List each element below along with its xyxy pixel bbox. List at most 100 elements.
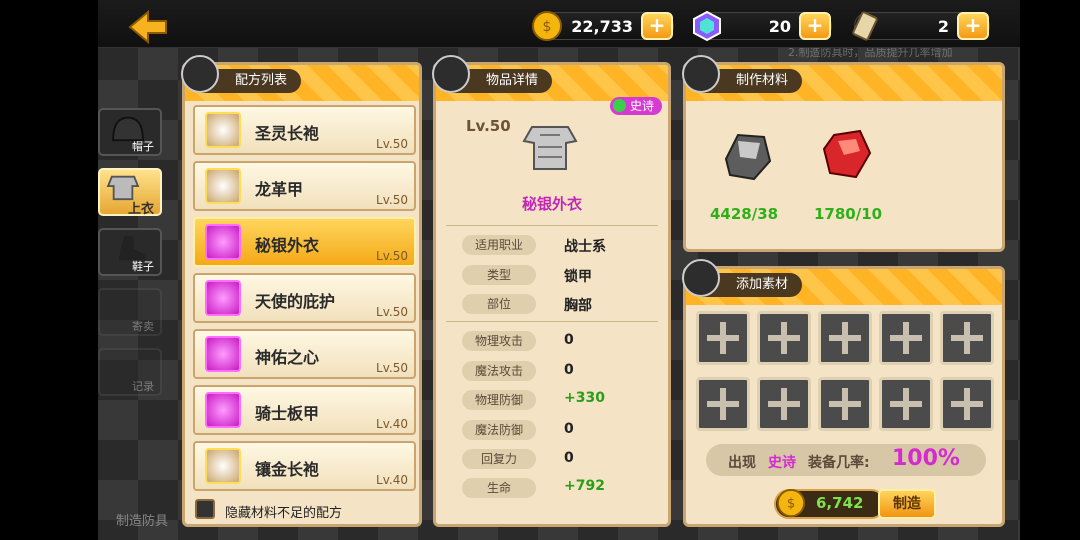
recipe-name: 神佑之心 [255,348,320,367]
detail-panel-title-text: 物品详情 [486,73,539,88]
holy-heart-icon [205,336,241,372]
back-arrow-icon[interactable] [128,10,168,44]
job-value: 战士系 [564,239,606,255]
add-ticket-button[interactable]: + [957,12,989,40]
recipe-item[interactable]: 天使的庇护 Lv.50 [193,273,416,323]
tab-record[interactable]: 记录 [98,348,162,396]
gem-value: 20 [768,17,791,36]
stat-label: 回复力 [462,449,536,469]
divider [446,225,658,226]
recipe-list-panel: 配方列表 圣灵长袍 Lv.50 龙革甲 Lv.50 秘银外衣 Lv.50 天使的… [181,55,422,527]
item-level: Lv.50 [466,117,511,135]
stat-value: 0 [564,421,574,437]
tab-hat[interactable]: 帽子 [98,108,162,156]
chance-prefix: 出现 [728,455,756,471]
recipe-item[interactable]: 骑士板甲 Lv.40 [193,385,416,435]
recipe-level: Lv.50 [376,193,408,207]
rarity-text: 史诗 [629,99,654,113]
stat-value: +792 [564,478,605,494]
tab-top-label: 上衣 [127,202,154,217]
job-label: 适用职业 [462,235,536,255]
material-slot[interactable] [940,377,994,431]
stat-label: 物理攻击 [462,331,536,351]
stat-label: 魔法防御 [462,420,536,440]
rainbow-gem-icon [693,10,721,42]
ore-icon [682,55,720,93]
recipe-item[interactable]: 龙革甲 Lv.50 [193,161,416,211]
gold-value: 22,733 [571,17,633,36]
recipe-name: 天使的庇护 [255,292,336,311]
boot-icon [118,235,145,261]
mithril-armor-icon [522,126,578,170]
item-detail-panel: 物品详情 史诗 Lv.50 秘银外衣 适用职业 战士系 类型 锁甲 部位 胸部 … [432,55,671,527]
stat-label: 物理防御 [462,390,536,410]
recipe-level: Lv.40 [376,473,408,487]
tab-top[interactable]: 上衣 [98,168,162,217]
recipe-item[interactable]: 神佑之心 Lv.50 [193,329,416,379]
material-slot[interactable] [696,311,750,365]
craft-button[interactable]: 制造 [878,489,936,519]
plate-armor-icon [205,392,241,428]
material-slot[interactable] [879,311,933,365]
recipe-level: Lv.40 [376,417,408,431]
tab-shoes[interactable]: 鞋子 [98,228,162,276]
material-count: 4428/38 [710,205,779,223]
material-slot[interactable] [940,311,994,365]
ticket-counter: 2 + [852,11,990,41]
material-slot[interactable] [818,311,872,365]
materials-panel-title-text: 制作材料 [736,73,789,88]
recipe-level: Lv.50 [376,305,408,319]
craft-button-label: 制造 [893,496,921,512]
craft-cost-bar: $ 6,742 制造 [774,488,936,519]
type-label: 类型 [462,265,536,285]
craft-cost: 6,742 [816,494,864,512]
recipe-item[interactable]: 镶金长袍 Lv.40 [193,441,416,491]
slot-value: 胸部 [564,298,592,314]
gold-counter: $ 22,733 + [532,11,674,41]
stat-label: 魔法攻击 [462,361,536,381]
svg-text:$: $ [787,497,795,512]
recipe-level: Lv.50 [376,361,408,375]
recipe-item-selected[interactable]: 秘银外衣 Lv.50 [193,217,416,267]
gold-coin-icon: $ [776,488,806,518]
background-bottom-hint: 制造防具 [116,514,169,529]
red-crystal-icon [822,129,872,179]
material-slot[interactable] [879,377,933,431]
angel-armor-icon [205,280,241,316]
recipe-name: 圣灵长袍 [255,124,320,143]
recipe-name: 龙革甲 [255,180,304,199]
add-panel-title-text: 添加素材 [736,277,789,292]
anvil-icon [682,259,720,297]
material-slot[interactable] [818,377,872,431]
robe-icon [205,112,241,148]
tab-consign[interactable]: 寄卖 [98,288,162,336]
add-gold-button[interactable]: + [641,12,673,40]
rarity-badge: 史诗 [609,97,662,115]
chance-label: 装备几率: [808,455,870,471]
scroll-ticket-icon [852,11,878,41]
armor-icon [106,175,140,201]
gem-counter: 20 + [693,10,832,42]
recipe-item[interactable]: 圣灵长袍 Lv.50 [193,105,416,155]
gold-coin-icon: $ [532,11,562,41]
material-slot[interactable] [757,377,811,431]
material-slot[interactable] [757,311,811,365]
recipe-level: Lv.50 [376,249,408,263]
chance-rarity: 史诗 [768,455,796,471]
stat-value: 0 [564,450,574,466]
material-slot[interactable] [696,377,750,431]
chance-value: 100% [892,446,960,471]
ticket-value: 2 [937,17,949,36]
tab-record-label: 记录 [132,380,154,393]
recipe-panel-title-text: 配方列表 [235,73,288,88]
mithril-armor-icon [205,224,241,260]
svg-text:$: $ [543,19,552,35]
add-gem-button[interactable]: + [799,12,831,40]
recipe-name: 秘银外衣 [255,236,320,255]
tab-consign-label: 寄卖 [132,320,154,333]
item-bag-icon [432,55,470,93]
hide-insufficient-checkbox[interactable] [195,499,215,519]
stat-value: +330 [564,390,605,406]
silver-ore-icon [724,133,772,181]
type-value: 锁甲 [564,269,592,285]
